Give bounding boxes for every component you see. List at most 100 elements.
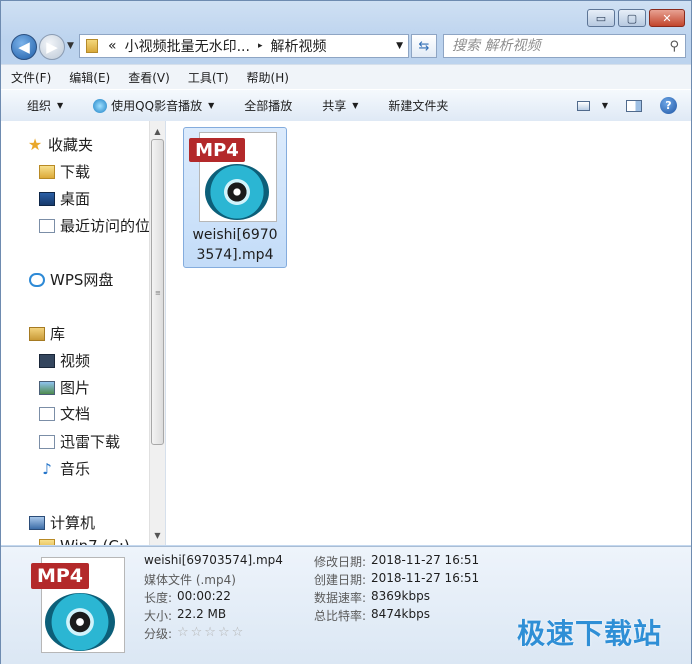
nav-documents[interactable]: 文档 (39, 403, 90, 424)
arrow-right-icon: ▶ (46, 38, 58, 56)
nav-recent[interactable]: 最近访问的位置 (39, 215, 165, 236)
nav-pane-scrollbar[interactable]: ▲ ≡ ▼ (149, 121, 165, 545)
share-label: 共享 (322, 99, 347, 113)
detail-data-rate: 8369kbps (371, 589, 430, 603)
search-input[interactable] (444, 37, 664, 55)
new-folder-button[interactable]: 新建文件夹 (372, 97, 462, 114)
refresh-button[interactable]: ⇆ (411, 34, 437, 58)
nav-videos[interactable]: 视频 (39, 350, 90, 371)
nav-label: 视频 (60, 352, 91, 370)
menu-edit[interactable]: 编辑(E) (59, 69, 118, 86)
detail-size: 22.2 MB (177, 607, 227, 621)
desktop-icon (39, 191, 55, 206)
chevron-down-icon: ▼ (57, 101, 64, 110)
command-bar: 组织 ▼ 使用QQ影音播放 ▼ 全部播放 共享 ▼ 新建文件夹 ▼ ? (1, 89, 691, 122)
nav-thunder-downloads[interactable]: 迅雷下载 (39, 431, 120, 452)
chevron-down-icon: ▼ (208, 101, 215, 110)
breadcrumb-separator-icon[interactable]: ▸ (254, 41, 267, 51)
nav-label: 图片 (60, 379, 91, 397)
pictures-library-icon (39, 380, 55, 395)
detail-length-label: 长度: (144, 591, 173, 605)
detail-bitrate-label: 总比特率: (314, 609, 367, 623)
history-dropdown[interactable]: ▼ (67, 41, 74, 51)
scroll-down-icon[interactable]: ▼ (150, 527, 165, 543)
play-all-label: 全部播放 (244, 99, 293, 113)
folder-icon (86, 39, 98, 53)
address-overflow[interactable]: « (104, 38, 121, 54)
nav-label: Win7 (C:) (60, 537, 130, 545)
drive-icon (39, 539, 55, 545)
mp4-badge: MP4 (31, 563, 89, 589)
detail-created: 2018-11-27 16:51 (371, 571, 480, 585)
breadcrumb-parent[interactable]: 小视频批量无水印... (121, 36, 254, 56)
nav-drive-c[interactable]: Win7 (C:) (39, 537, 130, 545)
view-options-button[interactable]: ▼ (571, 100, 614, 111)
navigation-pane: ★ 收藏夹 下载 桌面 最近访问的位置 WPS网盘 库 视频 图片 文档 迅雷下载 (1, 121, 166, 545)
address-dropdown-icon[interactable]: ▼ (396, 41, 403, 51)
nav-favorites[interactable]: ★ 收藏夹 (27, 134, 93, 155)
cloud-icon (29, 272, 45, 287)
computer-icon (29, 515, 45, 530)
detail-rating-label: 分级: (144, 627, 173, 641)
share-button[interactable]: 共享 ▼ (306, 97, 372, 114)
search-box[interactable]: ⚲ (443, 34, 686, 58)
menu-help[interactable]: 帮助(H) (237, 69, 297, 86)
qq-player-icon (93, 98, 108, 113)
detail-type: 媒体文件 (.mp4) (144, 573, 236, 587)
preview-pane-icon (626, 99, 642, 112)
back-button[interactable]: ◀ (11, 34, 37, 60)
address-bar[interactable]: « 小视频批量无水印... ▸ 解析视频 ▼ (79, 34, 409, 58)
nav-label: 音乐 (60, 460, 91, 478)
scrollbar-thumb[interactable]: ≡ (151, 139, 164, 445)
preview-pane-button[interactable] (614, 99, 654, 112)
nav-wps-cloud[interactable]: WPS网盘 (29, 269, 113, 290)
nav-label: 文档 (60, 405, 91, 423)
detail-size-label: 大小: (144, 609, 173, 623)
nav-label: 收藏夹 (48, 136, 94, 154)
star-icon: ★ (27, 135, 43, 154)
file-item[interactable]: MP4 weishi[6970 3574].mp4 (183, 127, 287, 268)
chevron-down-icon: ▼ (601, 101, 608, 110)
arrow-left-icon: ◀ (18, 38, 30, 56)
close-button[interactable]: ✕ (649, 9, 685, 27)
organize-button[interactable]: 组织 ▼ (1, 97, 77, 114)
detail-modified: 2018-11-27 16:51 (371, 553, 480, 567)
new-folder-label: 新建文件夹 (388, 99, 449, 113)
breadcrumb-current[interactable]: 解析视频 (266, 36, 330, 56)
menu-tools[interactable]: 工具(T) (178, 69, 237, 86)
file-name-line: weishi[6970 (192, 227, 278, 243)
recent-places-icon (39, 218, 55, 233)
file-name-line: 3574].mp4 (196, 247, 274, 263)
video-library-icon (39, 353, 55, 368)
nav-label: 迅雷下载 (60, 433, 121, 451)
nav-desktop[interactable]: 桌面 (39, 188, 90, 209)
mp4-file-icon: MP4 (189, 132, 279, 224)
nav-downloads[interactable]: 下载 (39, 161, 90, 182)
forward-button[interactable]: ▶ (39, 34, 65, 60)
scroll-up-icon[interactable]: ▲ (150, 123, 165, 139)
maximize-button[interactable]: ▢ (618, 9, 646, 27)
play-with-label: 使用QQ影音播放 (111, 99, 203, 113)
menu-file[interactable]: 文件(F) (1, 69, 59, 86)
file-list[interactable]: MP4 weishi[6970 3574].mp4 (166, 121, 691, 545)
documents-library-icon (39, 406, 55, 421)
nav-music[interactable]: ♪ 音乐 (39, 458, 90, 479)
detail-modified-label: 修改日期: (314, 555, 367, 569)
menu-view[interactable]: 查看(V) (118, 69, 178, 86)
rating-stars[interactable]: ☆☆☆☆☆ (177, 625, 245, 640)
nav-label: 库 (50, 325, 66, 343)
nav-label: 下载 (60, 163, 91, 181)
menu-bar: 文件(F) 编辑(E) 查看(V) 工具(T) 帮助(H) (1, 64, 691, 89)
minimize-button[interactable]: ▭ (587, 9, 615, 27)
nav-libraries[interactable]: 库 (29, 323, 65, 344)
thunder-library-icon (39, 434, 55, 449)
play-with-button[interactable]: 使用QQ影音播放 ▼ (77, 97, 228, 114)
downloads-folder-icon (39, 164, 55, 179)
nav-computer[interactable]: 计算机 (29, 512, 95, 533)
search-icon[interactable]: ⚲ (669, 39, 679, 54)
detail-length: 00:00:22 (177, 589, 231, 603)
play-all-button[interactable]: 全部播放 (228, 97, 306, 114)
watermark-logo: 极速下载站 (517, 617, 663, 650)
help-button[interactable]: ? (654, 97, 691, 114)
nav-pictures[interactable]: 图片 (39, 377, 90, 398)
